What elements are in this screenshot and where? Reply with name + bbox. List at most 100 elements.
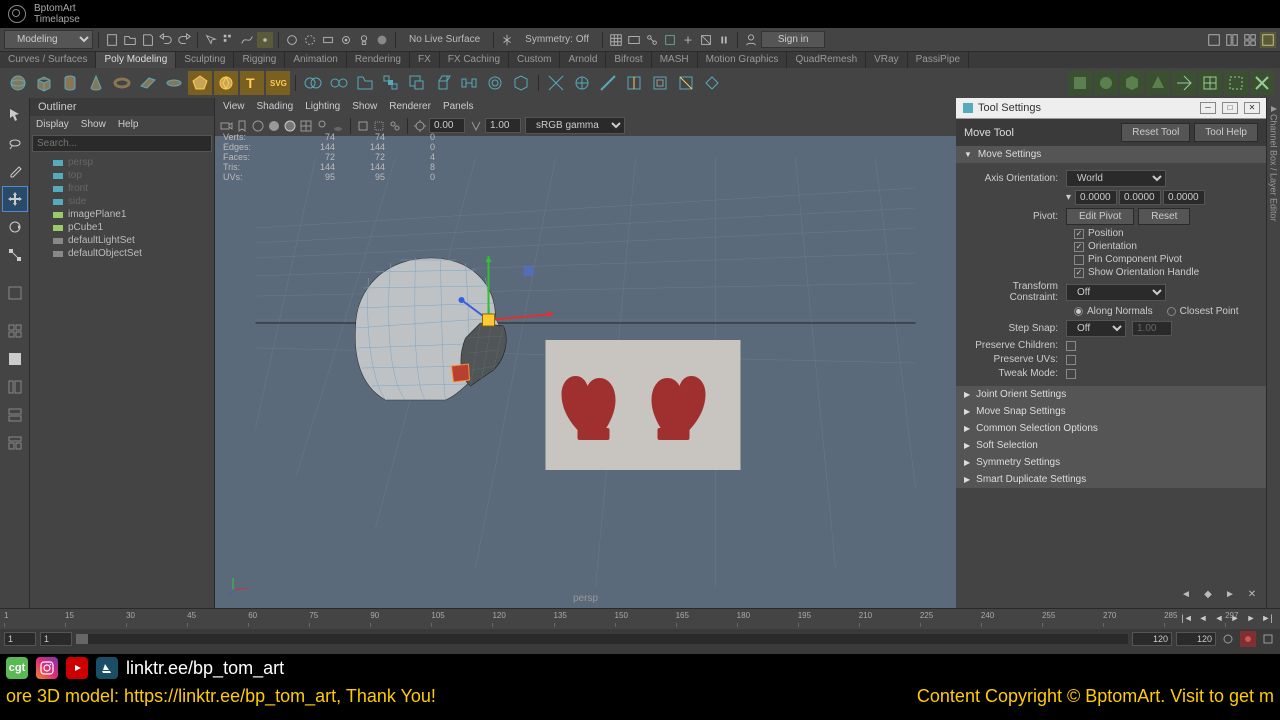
outliner-menu-help[interactable]: Help: [118, 119, 139, 130]
poly-torus-icon[interactable]: [110, 71, 134, 95]
outliner-item-pCube1[interactable]: pCube1: [30, 221, 214, 234]
snap-grid-icon[interactable]: [221, 32, 237, 48]
qr-menu-icon[interactable]: [1250, 71, 1274, 95]
play-button[interactable]: ►: [1228, 611, 1242, 625]
poly-disc-icon[interactable]: [162, 71, 186, 95]
shelf-tab-motiongraphics[interactable]: Motion Graphics: [698, 52, 788, 68]
layout-outliner-tool[interactable]: [2, 374, 28, 400]
qr-guide-icon[interactable]: [1146, 71, 1170, 95]
offset-loop-icon[interactable]: [648, 71, 672, 95]
shelf-tab-curvessurfaces[interactable]: Curves / Surfaces: [0, 52, 96, 68]
signin-button[interactable]: Sign in: [761, 31, 826, 48]
symmetry-settings-header[interactable]: ▶Symmetry Settings: [956, 454, 1266, 471]
poly-cone-icon[interactable]: [84, 71, 108, 95]
qr-transfer-icon[interactable]: [1172, 71, 1196, 95]
move-tool[interactable]: [2, 186, 28, 212]
shelf-tab-fxcaching[interactable]: FX Caching: [440, 52, 509, 68]
artstation-icon[interactable]: [96, 657, 118, 679]
grid-icon[interactable]: [608, 32, 624, 48]
shelf-tab-passipipe[interactable]: PassiPipe: [908, 52, 969, 68]
pause-icon[interactable]: [716, 32, 732, 48]
common-selection-header[interactable]: ▶Common Selection Options: [956, 420, 1266, 437]
layout-persp-tool[interactable]: [2, 346, 28, 372]
outliner-search-input[interactable]: [32, 135, 212, 152]
range-start-field[interactable]: [40, 632, 72, 646]
crease-icon[interactable]: [674, 71, 698, 95]
shelf-tab-quadremesh[interactable]: QuadRemesh: [787, 52, 866, 68]
joints-icon[interactable]: [644, 32, 660, 48]
workspace-dropdown[interactable]: Modeling: [4, 30, 93, 49]
save-icon[interactable]: [140, 32, 156, 48]
poly-cube-icon[interactable]: [32, 71, 56, 95]
outliner-item-defaultLightSet[interactable]: defaultLightSet: [30, 234, 214, 247]
live-surface-label[interactable]: No Live Surface: [401, 34, 488, 45]
new-scene-icon[interactable]: [104, 32, 120, 48]
move-snap-header[interactable]: ▶Move Snap Settings: [956, 403, 1266, 420]
maximize-icon[interactable]: □: [1222, 102, 1238, 114]
rewind-button[interactable]: |◄: [1180, 611, 1194, 625]
tc-dropdown[interactable]: Off: [1066, 284, 1166, 301]
film-gate-icon[interactable]: [626, 32, 642, 48]
keyframe-next-icon[interactable]: ►: [1222, 586, 1238, 602]
instagram-icon[interactable]: [36, 657, 58, 679]
account-icon[interactable]: [743, 32, 759, 48]
layout-icon-1[interactable]: [1206, 32, 1222, 48]
select-icon[interactable]: [203, 32, 219, 48]
viewport[interactable]: View Shading Lighting Show Renderer Pane…: [215, 98, 956, 608]
orientation-checkbox[interactable]: ✓: [1074, 242, 1084, 252]
vp-menu-view[interactable]: View: [223, 101, 245, 112]
layout-four-tool[interactable]: [2, 318, 28, 344]
keyframe-prev-icon[interactable]: ◄: [1178, 586, 1194, 602]
position-checkbox[interactable]: ✓: [1074, 229, 1084, 239]
end-frame-field[interactable]: [1176, 632, 1216, 646]
coord-z-field[interactable]: [1163, 190, 1205, 205]
coord-x-field[interactable]: [1075, 190, 1117, 205]
script-icon[interactable]: [1260, 631, 1276, 647]
paint-select-tool[interactable]: [2, 158, 28, 184]
shelf-tab-fx[interactable]: FX: [410, 52, 440, 68]
step-snap-dropdown[interactable]: Off: [1066, 320, 1126, 337]
mirror-icon[interactable]: [509, 71, 533, 95]
soft-selection-header[interactable]: ▶Soft Selection: [956, 437, 1266, 454]
cgtrader-icon[interactable]: cgt: [6, 657, 28, 679]
smart-duplicate-header[interactable]: ▶Smart Duplicate Settings: [956, 471, 1266, 488]
pin-pivot-checkbox[interactable]: [1074, 255, 1084, 265]
outliner-menu-display[interactable]: Display: [36, 119, 69, 130]
shelf-tab-custom[interactable]: Custom: [509, 52, 560, 68]
joint-orient-header[interactable]: ▶Joint Orient Settings: [956, 386, 1266, 403]
quad-draw-icon[interactable]: [700, 71, 724, 95]
forward-end-button[interactable]: ►|: [1260, 611, 1274, 625]
auto-key-icon[interactable]: [1240, 631, 1256, 647]
right-tab[interactable]: Channel Box / Layer Editor: [1266, 98, 1280, 608]
outliner-item-side[interactable]: side: [30, 195, 214, 208]
separate-icon[interactable]: [327, 71, 351, 95]
viewport-canvas[interactable]: [215, 128, 956, 608]
target-weld-icon[interactable]: [570, 71, 594, 95]
move-settings-header[interactable]: ▼Move Settings: [956, 146, 1266, 163]
panel-titlebar[interactable]: Tool Settings ─ □ ✕: [956, 98, 1266, 119]
range-slider[interactable]: [76, 634, 1128, 644]
render-icon[interactable]: [284, 32, 300, 48]
shelf-tab-polymodeling[interactable]: Poly Modeling: [96, 52, 176, 68]
vp-menu-lighting[interactable]: Lighting: [305, 101, 340, 112]
layout-icon-2[interactable]: [1224, 32, 1240, 48]
shelf-tab-rigging[interactable]: Rigging: [234, 52, 285, 68]
keyframe-del-icon[interactable]: ✕: [1244, 586, 1260, 602]
boolean-diff-icon[interactable]: [405, 71, 429, 95]
redo-icon[interactable]: [176, 32, 192, 48]
scale-tool[interactable]: [2, 242, 28, 268]
minimize-icon[interactable]: ─: [1200, 102, 1216, 114]
snap-curve-icon[interactable]: [239, 32, 255, 48]
closest-point-radio[interactable]: [1167, 307, 1176, 316]
bridge-icon[interactable]: [457, 71, 481, 95]
hypershade-icon[interactable]: [374, 32, 390, 48]
play-back-button[interactable]: ◄: [1212, 611, 1226, 625]
light-icon[interactable]: [356, 32, 372, 48]
poly-type-icon[interactable]: T: [240, 71, 264, 95]
coord-y-field[interactable]: [1119, 190, 1161, 205]
outliner-menu-show[interactable]: Show: [81, 119, 106, 130]
poly-svg-icon[interactable]: SVG: [266, 71, 290, 95]
layout-single-tool[interactable]: [2, 280, 28, 306]
res-gate-icon[interactable]: [662, 32, 678, 48]
outliner-item-persp[interactable]: persp: [30, 156, 214, 169]
